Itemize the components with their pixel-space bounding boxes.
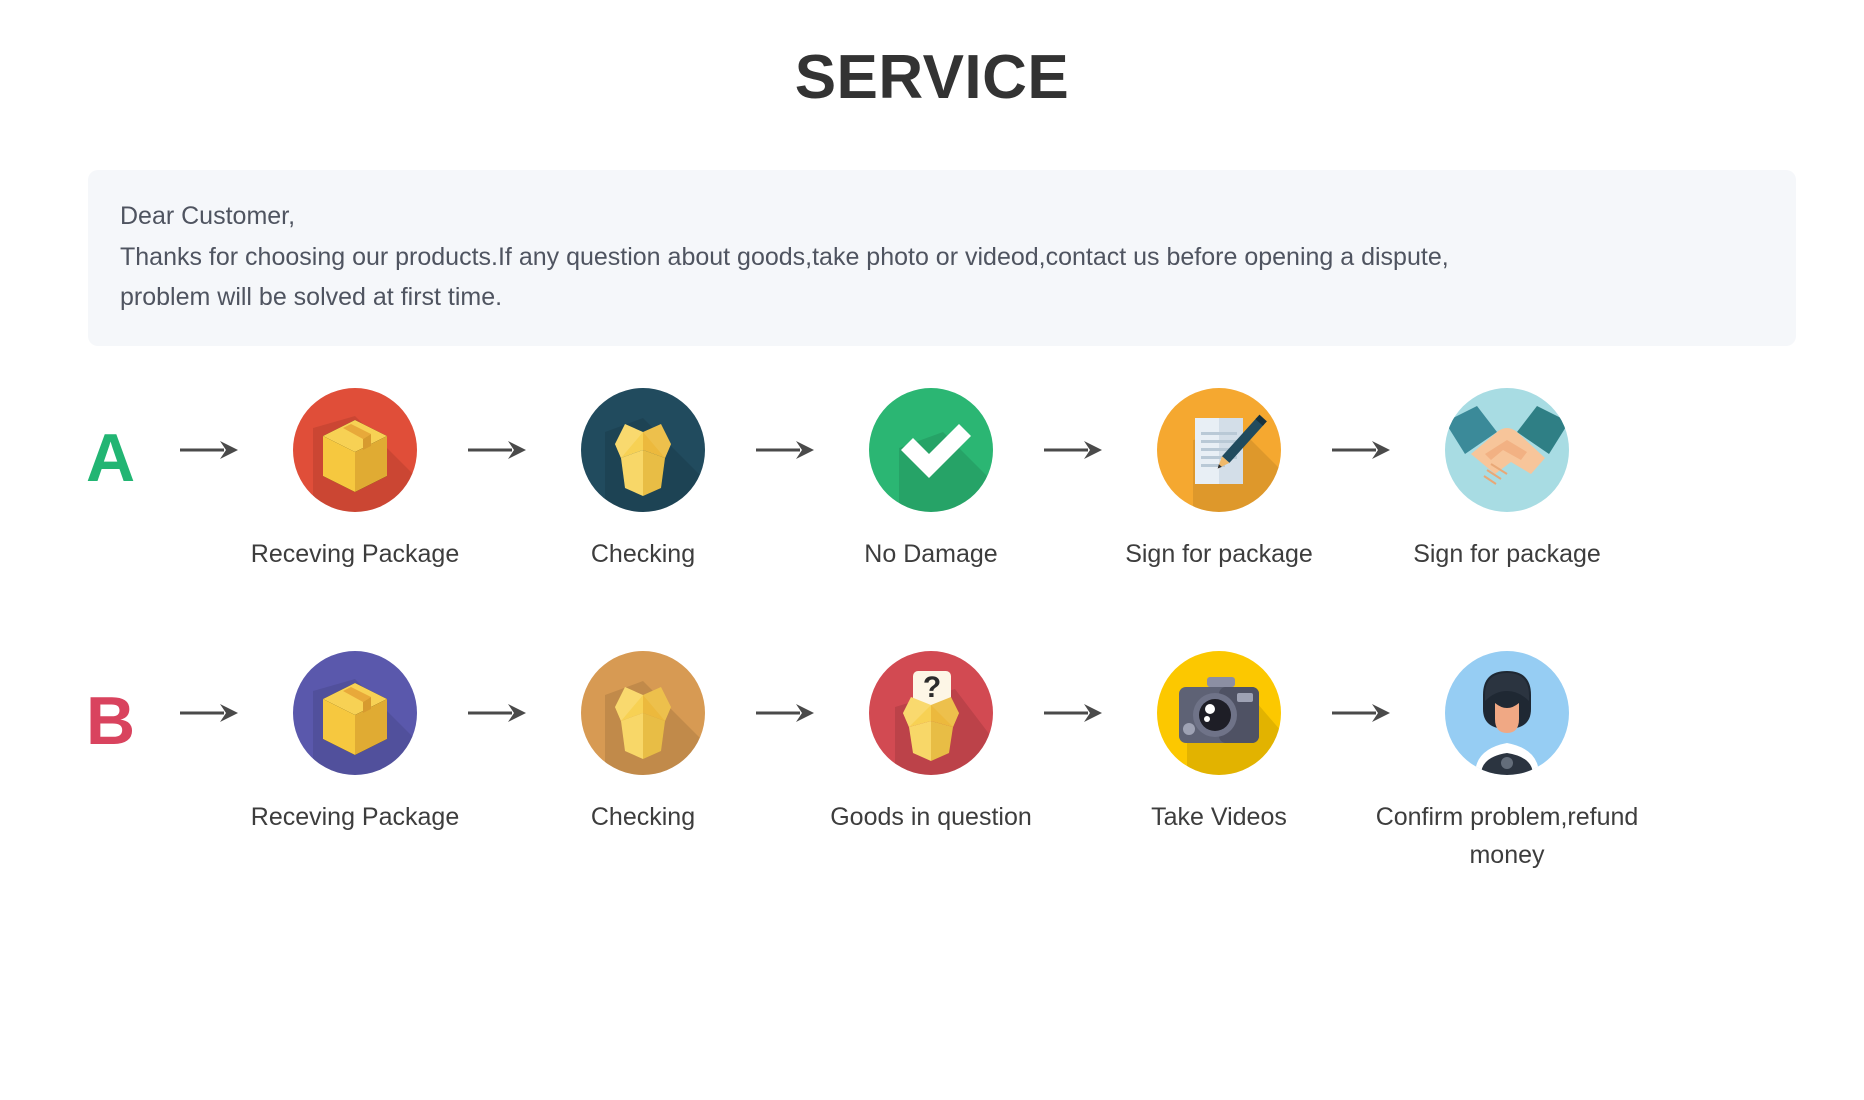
- flow-step-label: Checking: [590, 803, 696, 832]
- arrow-right-icon: [1036, 388, 1114, 512]
- page-title: SERVICE: [794, 43, 1070, 112]
- arrow-right-icon: [748, 388, 826, 512]
- flow-step-label: Take Videos: [1151, 803, 1287, 832]
- flow-row-a: A Receving Package Checking No Damage Si…: [86, 387, 1824, 574]
- svg-text:?: ?: [923, 671, 941, 704]
- flow-step-label: Receving Package: [250, 803, 460, 832]
- flow-step: No Damage: [826, 387, 1036, 574]
- flow-step: Receving Package: [250, 651, 460, 837]
- customer-notice-box: Dear Customer, Thanks for choosing our p…: [88, 170, 1796, 346]
- flow-step: Receving Package: [250, 387, 460, 574]
- notice-line-2: Thanks for choosing our products.If any …: [120, 242, 1449, 271]
- open-box-icon: [581, 387, 705, 512]
- arrow-right-icon: [1324, 388, 1402, 512]
- flow-step: Checking: [538, 387, 748, 574]
- flow-step: ? Goods in question: [826, 651, 1036, 837]
- support-person-icon: [1445, 651, 1569, 776]
- arrow-right-icon: [748, 651, 826, 775]
- question-box-icon: ?: [869, 651, 993, 776]
- arrow-right-icon: [460, 388, 538, 512]
- check-mark-icon: [869, 387, 993, 512]
- open-box-icon: [581, 651, 705, 776]
- flow-step: Confirm problem,refund money: [1376, 651, 1638, 874]
- flow-step-label: Checking: [590, 539, 696, 568]
- arrow-right-icon: [460, 651, 538, 775]
- flow-step-label: No Damage: [864, 539, 998, 568]
- flow-row-b: B Receving Package Checking ? Goods in q…: [86, 651, 1824, 874]
- camera-icon: [1157, 651, 1281, 776]
- flow-step: Sign for package: [1114, 387, 1324, 574]
- flow-step-label: Receving Package: [250, 539, 460, 568]
- flow-step-label: Confirm problem,refund money: [1375, 803, 1639, 869]
- row-letter-a: A: [86, 419, 136, 496]
- package-box-icon: [293, 387, 417, 512]
- arrow-right-icon: [1036, 651, 1114, 775]
- handshake-icon: [1445, 387, 1569, 512]
- package-box-icon: [293, 651, 417, 776]
- arrow-right-icon: [1324, 651, 1402, 775]
- arrow-right-icon: [172, 651, 250, 775]
- flow-step-label: Sign for package: [1125, 539, 1313, 568]
- flow-step: Sign for package: [1402, 387, 1612, 574]
- service-page: SERVICE Dear Customer, Thanks for choosi…: [0, 0, 1864, 1100]
- document-pen-icon: [1157, 387, 1281, 512]
- row-letter-b: B: [86, 683, 136, 760]
- flow-step: Take Videos: [1114, 651, 1324, 837]
- notice-line-1: Dear Customer,: [120, 202, 296, 231]
- notice-line-3: problem will be solved at first time.: [120, 283, 503, 312]
- arrow-right-icon: [172, 388, 250, 512]
- flow-step-label: Sign for package: [1413, 539, 1601, 568]
- flow-step: Checking: [538, 651, 748, 837]
- flow-step-label: Goods in question: [830, 803, 1032, 832]
